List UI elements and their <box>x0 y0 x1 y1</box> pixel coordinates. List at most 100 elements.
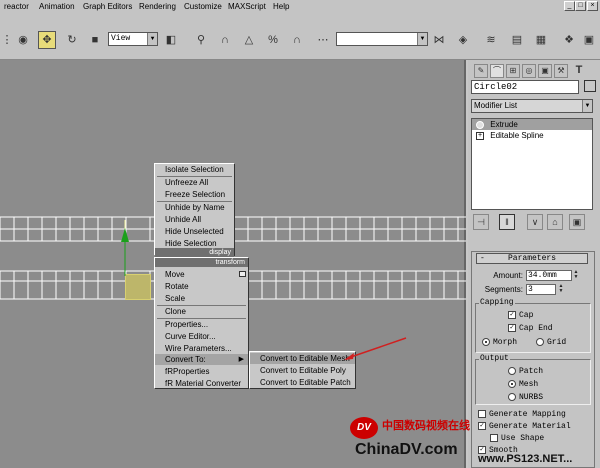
transform-gizmo-y-axis[interactable] <box>121 220 129 276</box>
morph-radio[interactable]: Morph <box>482 338 528 348</box>
chevron-down-icon: ▼ <box>417 33 427 45</box>
percent-snap-icon[interactable]: % <box>264 31 282 49</box>
modify-tab-icon[interactable]: ⌒ <box>490 64 504 78</box>
quad-item-curve-editor[interactable]: Curve Editor... <box>155 331 248 342</box>
amount-input[interactable]: 34.0mm <box>526 270 572 281</box>
checkmark-icon: ✓ <box>508 324 516 332</box>
curve-editor-icon[interactable]: ▤ <box>508 31 526 49</box>
restore-button[interactable]: □ <box>575 1 586 11</box>
rotate-icon[interactable]: ↻ <box>63 31 81 49</box>
generate-mapping-label: Generate Mapping <box>489 410 566 420</box>
convert-editable-poly[interactable]: Convert to Editable Poly <box>250 365 355 376</box>
radio-selected-icon <box>508 380 516 388</box>
configure-modifiers-icon[interactable]: ▣ <box>569 214 585 230</box>
cap-end-checkbox[interactable]: ✓ Cap End <box>508 324 562 334</box>
mesh-radio[interactable]: Mesh <box>508 380 538 390</box>
create-tab-icon[interactable]: ✎ <box>474 64 488 78</box>
quad-item-freeze-selection[interactable]: Freeze Selection <box>155 189 234 200</box>
snap-toggle-icon[interactable]: ∩ <box>216 31 234 49</box>
pivot-center-icon[interactable]: ◧ <box>162 31 180 49</box>
align-icon[interactable]: ◈ <box>454 31 472 49</box>
render-scene-icon[interactable]: ▣ <box>580 31 598 49</box>
quad-item-convert-to[interactable]: Convert To: ▶ <box>155 354 248 365</box>
watermark-site-text: ChinaDV.com <box>355 441 458 458</box>
radio-icon <box>508 393 516 401</box>
quad-item-fr-properties[interactable]: fRProperties <box>155 366 248 377</box>
named-selection-icon[interactable]: ⋯ <box>314 31 332 49</box>
layer-manager-icon[interactable]: ≋ <box>482 31 500 49</box>
move-icon[interactable]: ✥ <box>38 31 56 49</box>
menu-rendering[interactable]: Rendering <box>139 2 176 12</box>
hierarchy-tab-icon[interactable]: ⊞ <box>506 64 520 78</box>
make-unique-icon[interactable]: ∨ <box>527 214 543 230</box>
menu-customize[interactable]: Customize <box>184 2 222 12</box>
close-button[interactable]: × <box>587 1 598 11</box>
parameters-rollout-header[interactable]: - Parameters <box>476 253 588 264</box>
quad-item-wire-parameters[interactable]: Wire Parameters... <box>155 343 248 354</box>
menu-maxscript[interactable]: MAXScript <box>228 2 266 12</box>
scale-icon[interactable]: ■ <box>86 31 104 49</box>
menu-animation[interactable]: Animation <box>39 2 75 12</box>
remove-modifier-icon[interactable]: ⌂ <box>547 214 563 230</box>
stack-item-extrude[interactable]: Extrude <box>472 119 592 130</box>
stack-item-label: Extrude <box>490 120 518 129</box>
select-object-icon[interactable]: ◉ <box>14 31 32 49</box>
object-color-swatch[interactable] <box>584 80 596 92</box>
link-icon[interactable]: ⋮ <box>0 31 14 49</box>
quad-item-fr-material-converter[interactable]: fR Material Converter <box>155 378 248 389</box>
quad-item-unfreeze-all[interactable]: Unfreeze All <box>155 177 234 188</box>
radio-selected-icon <box>482 338 490 346</box>
quad-item-clone[interactable]: Clone <box>155 306 248 317</box>
spinner-snap-icon[interactable]: ∩ <box>288 31 306 49</box>
settings-box-icon[interactable] <box>239 271 246 277</box>
patch-radio[interactable]: Patch <box>508 367 543 377</box>
quad-item-unhide-all[interactable]: Unhide All <box>155 214 234 225</box>
collapse-icon: - <box>480 254 485 263</box>
menu-help[interactable]: Help <box>273 2 289 12</box>
motion-tab-icon[interactable]: ◎ <box>522 64 536 78</box>
cap-start-checkbox[interactable]: ✓ Cap <box>508 311 533 321</box>
expand-plus-icon[interactable]: + <box>476 131 484 140</box>
generate-material-checkbox[interactable]: ✓ Generate Material <box>478 422 571 432</box>
quad-item-isolate-selection[interactable]: Isolate Selection <box>155 164 234 175</box>
generate-mapping-checkbox[interactable]: Generate Mapping <box>478 410 566 420</box>
show-end-result-icon[interactable]: ‖ <box>499 214 515 230</box>
reference-coord-select[interactable]: View ▼ <box>108 32 158 46</box>
modifier-list-select[interactable]: Modifier List ▼ <box>471 99 593 113</box>
mirror-icon[interactable]: ⋈ <box>430 31 448 49</box>
quad-item-unhide-by-name[interactable]: Unhide by Name <box>155 202 234 213</box>
quad-item-move[interactable]: Move <box>155 269 248 280</box>
lightbulb-icon[interactable] <box>476 120 484 129</box>
parameters-title: Parameters <box>507 254 556 263</box>
stack-item-editable-spline[interactable]: + Editable Spline <box>472 130 592 141</box>
checkbox-icon <box>490 434 498 442</box>
menu-reactor[interactable]: reactor <box>4 2 29 12</box>
quad-header-display: display <box>155 248 234 257</box>
object-name-field[interactable]: Circle02 <box>471 80 579 94</box>
reactor-tab-icon[interactable]: T <box>572 64 586 78</box>
material-editor-icon[interactable]: ❖ <box>560 31 578 49</box>
named-selection-set-select[interactable]: ▼ <box>336 32 428 46</box>
quad-item-properties[interactable]: Properties... <box>155 319 248 330</box>
segments-label: Segments: <box>484 285 523 294</box>
segments-input[interactable]: 3 <box>526 284 556 295</box>
use-shape-checkbox[interactable]: Use Shape <box>490 434 544 444</box>
quad-header-transform: transform <box>155 258 248 267</box>
minimize-button[interactable]: _ <box>564 1 575 11</box>
angle-snap-icon[interactable]: △ <box>240 31 258 49</box>
select-manipulate-icon[interactable]: ⚲ <box>192 31 210 49</box>
display-tab-icon[interactable]: ▣ <box>538 64 552 78</box>
menu-graph-editors[interactable]: Graph Editors <box>83 2 132 12</box>
segments-spinner[interactable]: ▲ ▼ <box>558 284 564 295</box>
quad-item-rotate[interactable]: Rotate <box>155 281 248 292</box>
quad-item-scale[interactable]: Scale <box>155 293 248 304</box>
grid-label: Grid <box>547 338 567 348</box>
pin-stack-icon[interactable]: ⊣ <box>473 214 489 230</box>
grid-radio[interactable]: Grid <box>536 338 576 348</box>
schematic-view-icon[interactable]: ▦ <box>532 31 550 49</box>
nurbs-radio[interactable]: NURBS <box>508 393 543 403</box>
utilities-tab-icon[interactable]: ⚒ <box>554 64 568 78</box>
quad-item-hide-unselected[interactable]: Hide Unselected <box>155 226 234 237</box>
convert-editable-patch[interactable]: Convert to Editable Patch <box>250 377 355 388</box>
amount-spinner[interactable]: ▲ ▼ <box>573 270 579 281</box>
